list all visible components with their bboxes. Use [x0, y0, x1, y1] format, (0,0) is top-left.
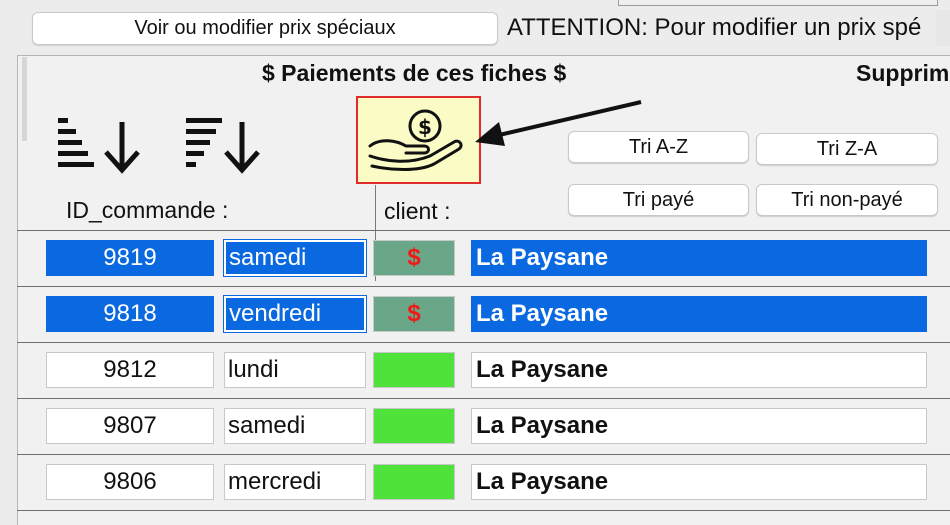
client-name-field[interactable]: La Paysane — [471, 296, 927, 332]
payment-status-toggle[interactable]: $ — [373, 240, 455, 276]
sort-paid-button[interactable]: Tri payé — [568, 184, 749, 216]
sort-ascending-icon[interactable] — [56, 116, 140, 176]
row-separator — [17, 510, 950, 511]
client-name-field[interactable]: La Paysane — [471, 240, 927, 276]
top-input-frame — [618, 0, 938, 6]
row-separator — [17, 230, 950, 231]
order-id-field[interactable]: 9806 — [46, 464, 214, 500]
row-separator — [17, 454, 950, 455]
payment-status-toggle[interactable]: $ — [373, 296, 455, 332]
order-day-field[interactable]: mercredi — [224, 464, 366, 500]
order-id-field[interactable]: 9812 — [46, 352, 214, 388]
sort-a-z-button[interactable]: Tri A-Z — [568, 131, 749, 163]
order-day-field[interactable]: samedi — [224, 408, 366, 444]
client-name-field[interactable]: La Paysane — [471, 408, 927, 444]
order-id-field[interactable]: 9807 — [46, 408, 214, 444]
row-separator — [17, 342, 950, 343]
view-special-prices-button[interactable]: Voir ou modifier prix spéciaux — [32, 12, 498, 45]
sort-unpaid-button[interactable]: Tri non-payé — [756, 184, 938, 216]
attention-text: ATTENTION: Pour modifier un prix spé — [507, 14, 922, 41]
svg-text:$: $ — [418, 115, 432, 139]
client-name-field[interactable]: La Paysane — [471, 352, 927, 388]
column-label-id: ID_commande : — [66, 197, 229, 223]
order-id-field[interactable]: 9818 — [46, 296, 214, 332]
payment-status-toggle[interactable] — [373, 352, 455, 388]
order-day-field[interactable]: samedi — [223, 239, 367, 277]
payment-status-toggle[interactable] — [373, 408, 455, 444]
row-separator — [17, 398, 950, 399]
delete-section-title: Supprim — [856, 60, 950, 86]
sort-descending-icon[interactable] — [184, 116, 264, 176]
order-day-field[interactable]: lundi — [224, 352, 366, 388]
column-label-client: client : — [384, 198, 451, 224]
panel-title: $ Paiements de ces fiches $ — [262, 60, 567, 86]
order-day-field[interactable]: vendredi — [223, 295, 367, 333]
row-separator — [17, 286, 950, 287]
sort-z-a-button[interactable]: Tri Z-A — [756, 133, 938, 165]
panel-scroll-edge — [22, 57, 27, 141]
payment-status-toggle[interactable] — [373, 464, 455, 500]
scrollbar-track[interactable] — [936, 10, 950, 46]
order-id-field[interactable]: 9819 — [46, 240, 214, 276]
client-name-field[interactable]: La Paysane — [471, 464, 927, 500]
